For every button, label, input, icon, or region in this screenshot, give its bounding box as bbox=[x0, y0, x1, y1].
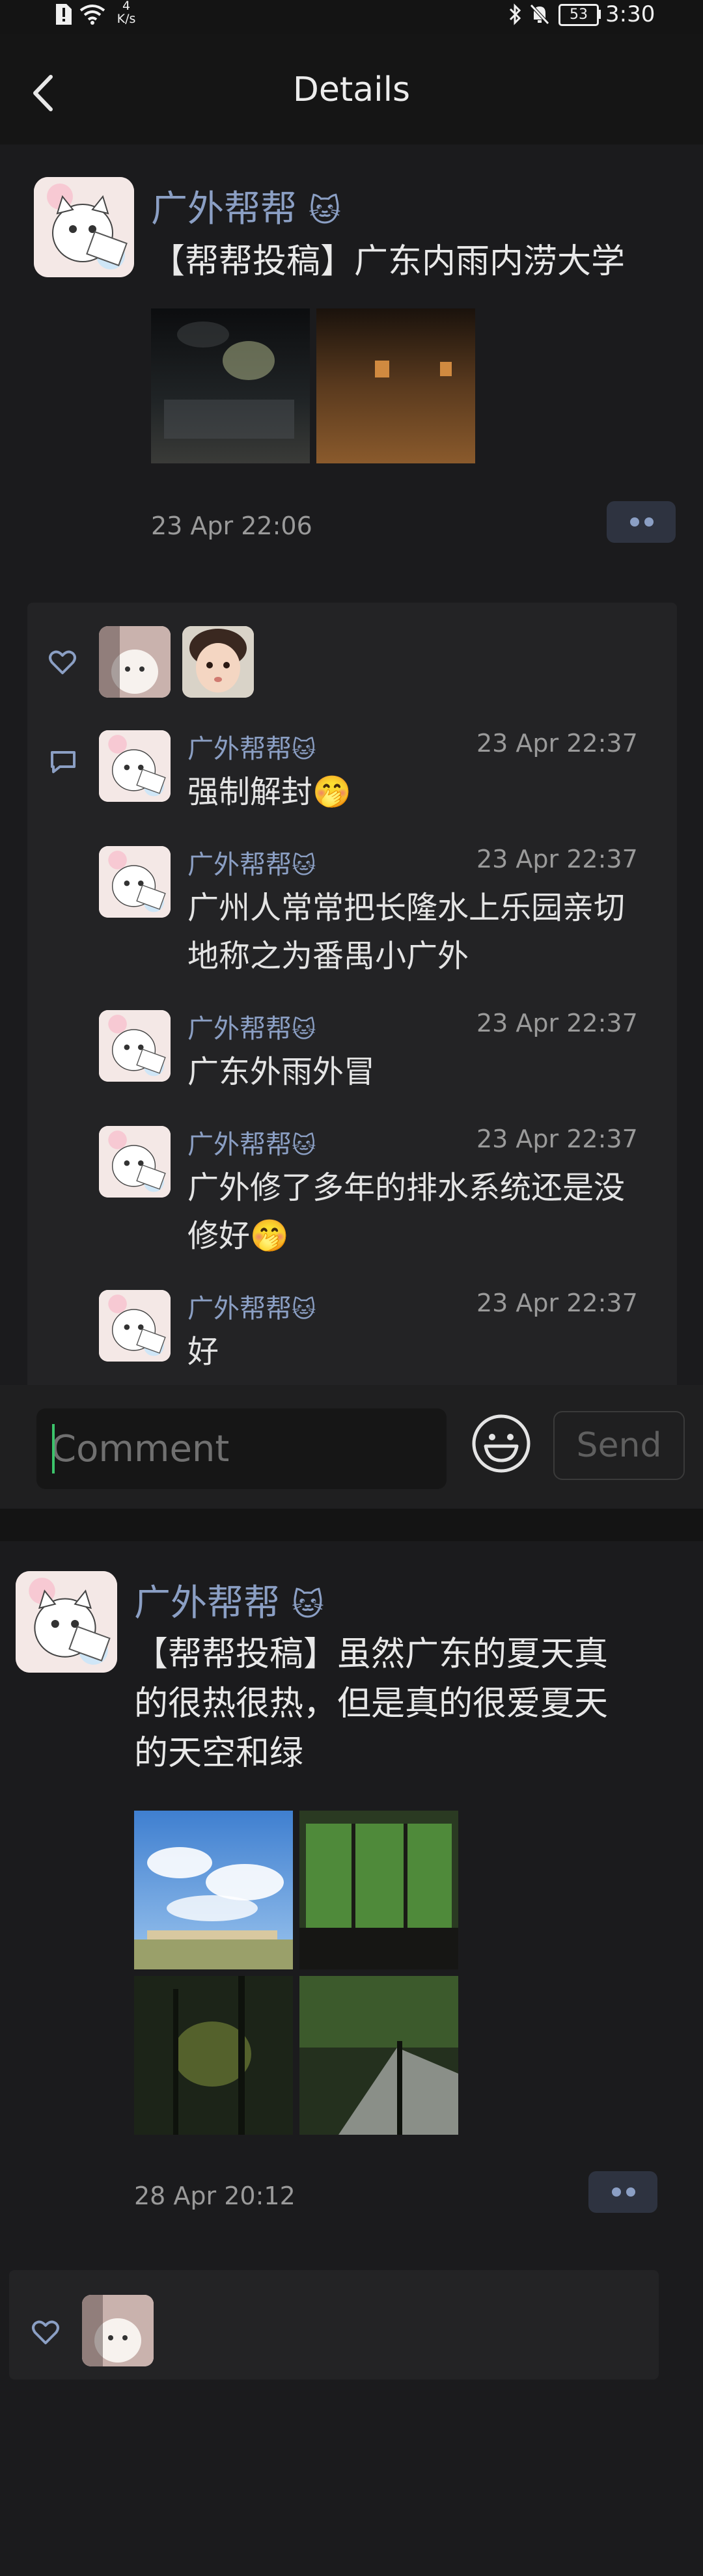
child-avatar-image bbox=[182, 626, 254, 698]
night-rain-photo bbox=[151, 308, 310, 463]
comment-avatar[interactable] bbox=[99, 846, 171, 918]
dog-avatar-image bbox=[82, 2295, 154, 2366]
net-speed-unit: K/s bbox=[117, 12, 136, 26]
cat-avatar-image bbox=[99, 1010, 171, 1082]
like-avatar[interactable] bbox=[99, 626, 171, 698]
battery-tip bbox=[598, 10, 601, 19]
cat-avatar-image bbox=[34, 177, 134, 277]
heart-icon bbox=[32, 2320, 59, 2344]
flooded-street-photo bbox=[316, 308, 475, 463]
post-photo[interactable] bbox=[151, 308, 310, 463]
comment-author-text: 广外帮帮 bbox=[187, 734, 292, 764]
cat-emoji: 🐱 bbox=[308, 193, 341, 229]
emoji-button[interactable] bbox=[470, 1412, 532, 1475]
comment-avatar[interactable] bbox=[99, 1290, 171, 1362]
more-button[interactable] bbox=[607, 501, 676, 543]
sky-campus-photo bbox=[134, 1811, 293, 1969]
more-button[interactable] bbox=[588, 2171, 657, 2213]
comment-author[interactable]: 广外帮帮🐱 bbox=[187, 1123, 316, 1161]
post-text: 【帮帮投稿】虽然广东的夏天真 bbox=[134, 1635, 609, 1674]
cat-avatar-image bbox=[99, 1126, 171, 1198]
author-name[interactable]: 广外帮帮 🐱 bbox=[134, 1574, 324, 1626]
post-photo[interactable] bbox=[134, 1976, 293, 2135]
trees-sunset-photo bbox=[134, 1976, 293, 2135]
comment-text: 好 bbox=[187, 1334, 219, 1370]
park-path-photo bbox=[299, 1976, 458, 2135]
comment-time: 23 Apr 22:37 bbox=[476, 845, 638, 873]
comment-author[interactable]: 广外帮帮🐱 bbox=[187, 843, 316, 881]
sim-alert-icon bbox=[56, 4, 72, 25]
status-bar: 4 K/s 53 3:30 bbox=[0, 0, 703, 34]
wifi-icon bbox=[79, 5, 105, 25]
comment-author-text: 广外帮帮 bbox=[187, 1294, 292, 1324]
cat-emoji: 🐱 bbox=[292, 853, 316, 879]
comment-author-text: 广外帮帮 bbox=[187, 1130, 292, 1160]
cat-avatar-image bbox=[16, 1571, 117, 1673]
comment-placeholder: Comment bbox=[51, 1427, 230, 1470]
post-text: 的天空和绿 bbox=[134, 1734, 304, 1773]
page-title: Details bbox=[292, 70, 411, 109]
cat-avatar-image bbox=[99, 846, 171, 918]
cat-emoji: 🐱 bbox=[292, 1296, 316, 1323]
cat-emoji: 🐱 bbox=[291, 1587, 324, 1623]
comment-text: 强制解封🤭 bbox=[187, 774, 352, 810]
comment-author[interactable]: 广外帮帮🐱 bbox=[187, 728, 316, 765]
comment-time: 23 Apr 22:37 bbox=[476, 1289, 638, 1317]
net-speed-value: 4 bbox=[122, 0, 131, 13]
comment-author-text: 广外帮帮 bbox=[187, 1014, 292, 1044]
comment-icon bbox=[51, 751, 76, 773]
post-text: 【帮帮投稿】广东内雨内涝大学 bbox=[151, 242, 626, 281]
author-avatar[interactable] bbox=[34, 177, 134, 277]
comment-author[interactable]: 广外帮帮🐱 bbox=[187, 1287, 316, 1325]
cat-emoji: 🐱 bbox=[292, 1017, 316, 1043]
comment-time: 23 Apr 22:37 bbox=[476, 729, 638, 758]
post-time: 28 Apr 20:12 bbox=[134, 2182, 296, 2210]
comment-input[interactable]: Comment bbox=[36, 1408, 447, 1489]
dog-avatar-image bbox=[99, 626, 171, 698]
like-avatar[interactable] bbox=[82, 2295, 154, 2366]
post-photo[interactable] bbox=[316, 308, 475, 463]
comment-text: 广州人常常把长隆水上乐园亲切 bbox=[187, 890, 626, 926]
comment-author-text: 广外帮帮 bbox=[187, 850, 292, 880]
cat-avatar-image bbox=[99, 730, 171, 802]
bluetooth-icon bbox=[509, 3, 521, 25]
author-name[interactable]: 广外帮帮 🐱 bbox=[151, 180, 341, 232]
interaction-panel bbox=[27, 603, 677, 1390]
post-photo[interactable] bbox=[299, 1811, 458, 1969]
mute-bell-icon bbox=[530, 4, 549, 25]
comment-avatar[interactable] bbox=[99, 730, 171, 802]
comment-text: 修好🤭 bbox=[187, 1218, 289, 1254]
post-text: 的很热很热，但是真的很爱夏天 bbox=[134, 1684, 609, 1723]
comment-time: 23 Apr 22:37 bbox=[476, 1009, 638, 1037]
comment-text: 地称之为番禺小广外 bbox=[187, 938, 469, 974]
cat-emoji: 🐱 bbox=[292, 1132, 316, 1159]
author-name-text: 广外帮帮 bbox=[151, 188, 297, 230]
comment-text: 广东外雨外冒 bbox=[187, 1054, 376, 1090]
comment-avatar[interactable] bbox=[99, 1010, 171, 1082]
author-avatar[interactable] bbox=[16, 1571, 117, 1673]
post-divider bbox=[0, 1509, 703, 1541]
comment-time: 23 Apr 22:37 bbox=[476, 1125, 638, 1153]
cat-avatar-image bbox=[99, 1290, 171, 1362]
battery-icon: 53 bbox=[558, 4, 599, 26]
heart-icon bbox=[49, 650, 76, 674]
comment-avatar[interactable] bbox=[99, 1126, 171, 1198]
clock: 3:30 bbox=[605, 1, 655, 27]
like-avatar[interactable] bbox=[182, 626, 254, 698]
post-photo[interactable] bbox=[299, 1976, 458, 2135]
cat-emoji: 🐱 bbox=[292, 737, 316, 763]
comment-text: 广外修了多年的排水系统还是没 bbox=[187, 1170, 626, 1206]
battery-level: 53 bbox=[570, 7, 588, 23]
text-cursor bbox=[52, 1424, 55, 1473]
send-button[interactable]: Send bbox=[553, 1411, 685, 1480]
green-window-photo bbox=[299, 1811, 458, 1969]
post-time: 23 Apr 22:06 bbox=[151, 512, 312, 540]
comment-author[interactable]: 广外帮帮🐱 bbox=[187, 1007, 316, 1045]
post-photo[interactable] bbox=[134, 1811, 293, 1969]
author-name-text: 广外帮帮 bbox=[134, 1582, 280, 1624]
